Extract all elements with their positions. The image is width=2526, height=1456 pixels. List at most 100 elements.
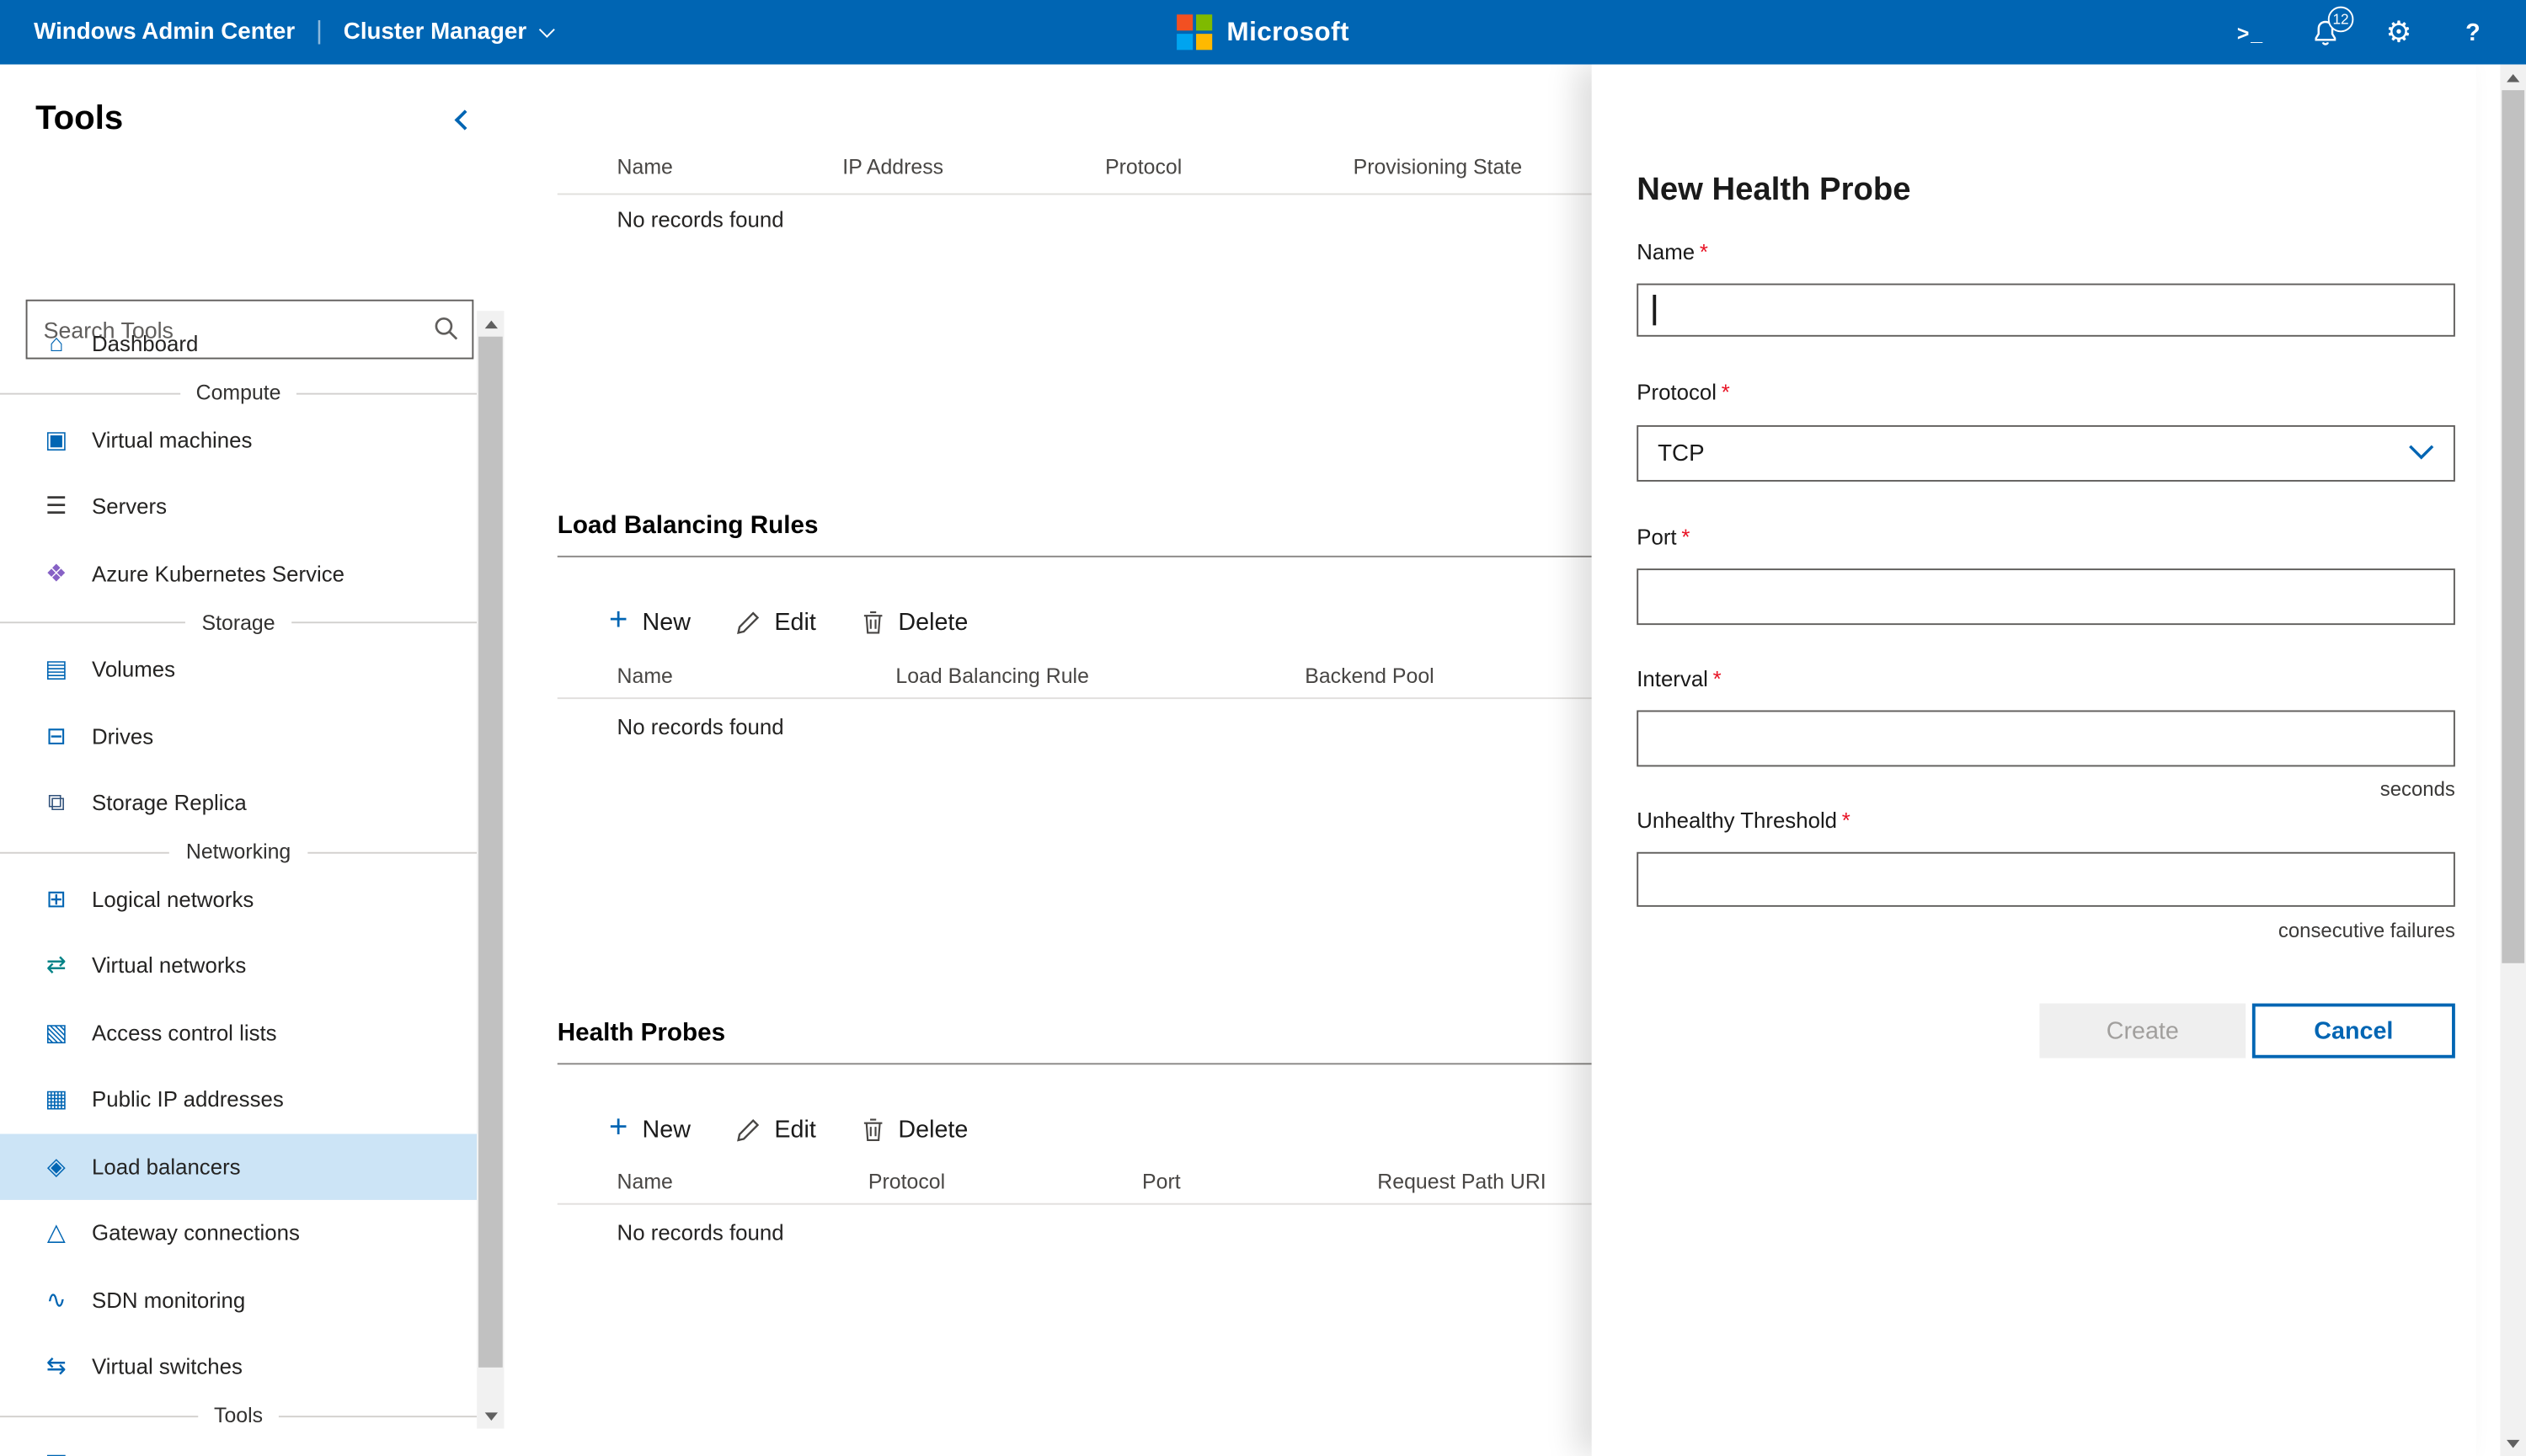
sidebar-item-logical-networks[interactable]: ⊞ Logical networks <box>0 866 477 932</box>
delete-button[interactable]: Delete <box>861 608 968 636</box>
column-header-request-path-uri[interactable]: Request Path URI <box>1377 1170 1546 1194</box>
powershell-icon[interactable]: >_ <box>2223 5 2278 60</box>
table-header-divider <box>558 194 1592 195</box>
protocol-select[interactable]: TCP <box>1637 425 2455 482</box>
sidebar-item-dashboard[interactable]: ⌂ Dashboard <box>0 311 477 377</box>
notifications-bell-icon[interactable]: 12 <box>2297 5 2352 60</box>
sidebar-section-tools: Tools <box>0 1400 477 1429</box>
sidebar-item-label: Access control lists <box>92 1021 277 1045</box>
logical-networks-icon: ⊞ <box>42 887 71 911</box>
section-divider <box>558 1063 1592 1064</box>
edit-button[interactable]: Edit <box>736 1116 816 1144</box>
sidebar-item-label: Gateway connections <box>92 1221 300 1245</box>
scroll-down-icon[interactable] <box>484 1412 497 1421</box>
table-header-divider <box>558 1203 1592 1205</box>
empty-table-message: No records found <box>617 208 784 232</box>
page-scrollbar[interactable] <box>2500 65 2526 1456</box>
tools-sidebar: Tools ⌂ Dashboard Compute ▣ Virtual <box>0 65 505 1456</box>
sidebar-item-access-control-lists[interactable]: ▧ Access control lists <box>0 1000 477 1066</box>
column-header-name[interactable]: Name <box>617 155 673 179</box>
sidebar-item-load-balancers[interactable]: ◈ Load balancers <box>0 1133 477 1200</box>
column-header-provisioning-state[interactable]: Provisioning State <box>1354 155 1522 179</box>
sidebar-item-virtual-machines[interactable]: ▣ Virtual machines <box>0 407 477 473</box>
sidebar-item-label: Servers <box>92 495 167 520</box>
column-header-backend-pool[interactable]: Backend Pool <box>1305 664 1434 688</box>
sidebar-item-storage-replica[interactable]: ⧉ Storage Replica <box>0 770 477 836</box>
column-header-protocol[interactable]: Protocol <box>868 1170 945 1194</box>
drives-icon: ⊟ <box>42 724 71 749</box>
unhealthy-threshold-input[interactable] <box>1637 852 2455 907</box>
cancel-button[interactable]: Cancel <box>2252 1004 2455 1059</box>
unhealthy-threshold-field-label: Unhealthy Threshold* <box>1637 808 1850 833</box>
home-icon: ⌂ <box>42 332 71 356</box>
sidebar-nav: ⌂ Dashboard Compute ▣ Virtual machines ☰… <box>0 311 477 1456</box>
sidebar-section-compute: Compute <box>0 378 477 407</box>
column-header-load-balancing-rule[interactable]: Load Balancing Rule <box>895 664 1088 688</box>
empty-table-message: No records found <box>617 1221 784 1245</box>
health-probes-table-header: Name Protocol Port Request Path URI <box>558 1170 1592 1196</box>
page-scrollbar-thumb[interactable] <box>2502 90 2524 963</box>
sidebar-item-gateway-connections[interactable]: △ Gateway connections <box>0 1200 477 1267</box>
text-caret <box>1653 295 1655 325</box>
column-header-port[interactable]: Port <box>1142 1170 1181 1194</box>
collapse-sidebar-icon[interactable] <box>455 109 475 129</box>
new-button[interactable]: + New <box>609 1115 691 1144</box>
health-probes-heading: Health Probes <box>558 1020 725 1048</box>
sidebar-item-virtual-networks[interactable]: ⇄ Virtual networks <box>0 932 477 999</box>
new-button[interactable]: + New <box>609 607 691 636</box>
sidebar-item-label: Storage Replica <box>92 792 247 816</box>
edit-button[interactable]: Edit <box>736 608 816 636</box>
settings-gear-icon[interactable]: ⚙ <box>2371 5 2426 60</box>
required-asterisk: * <box>1681 525 1690 550</box>
required-asterisk: * <box>1842 808 1850 833</box>
create-button[interactable]: Create <box>2039 1004 2246 1059</box>
pencil-icon <box>736 1117 761 1141</box>
sidebar-item-label: Volumes <box>92 658 175 682</box>
scroll-up-icon[interactable] <box>484 321 497 329</box>
load-balancing-rules-toolbar: + New Edit Delete <box>609 600 968 645</box>
main-content: Name IP Address Protocol Provisioning St… <box>505 65 1592 1456</box>
microsoft-logo-icon <box>1177 14 1212 50</box>
scroll-down-area[interactable] <box>2500 1430 2526 1456</box>
empty-table-message: No records found <box>617 715 784 739</box>
cluster-manager-menu[interactable]: Cluster Manager <box>344 19 553 45</box>
sidebar-item-volumes[interactable]: ▤ Volumes <box>0 636 477 702</box>
sidebar-item-drives[interactable]: ⊟ Drives <box>0 703 477 770</box>
column-header-name[interactable]: Name <box>617 1170 673 1194</box>
help-icon[interactable]: ? <box>2445 5 2500 60</box>
port-input[interactable] <box>1637 568 2455 625</box>
interval-field-label: Interval* <box>1637 667 1722 691</box>
storage-replica-icon: ⧉ <box>42 792 71 816</box>
sidebar-item-label: Logical networks <box>92 887 254 911</box>
sidebar-item-virtual-switches[interactable]: ⇆ Virtual switches <box>0 1334 477 1400</box>
kubernetes-icon: ❖ <box>42 562 71 586</box>
required-asterisk: * <box>1700 240 1708 264</box>
sidebar-scrollbar[interactable] <box>477 311 505 1428</box>
interval-input[interactable] <box>1637 710 2455 766</box>
name-input[interactable] <box>1637 284 2455 337</box>
column-header-name[interactable]: Name <box>617 664 673 688</box>
sidebar-item-label: Virtual machines <box>92 428 252 452</box>
sidebar-item-label: Drives <box>92 724 153 749</box>
sidebar-item-azure-kubernetes-service[interactable]: ❖ Azure Kubernetes Service <box>0 541 477 607</box>
brand-area: Microsoft <box>1177 14 1349 50</box>
brand-name: Microsoft <box>1226 17 1348 47</box>
sidebar-item-public-ip-addresses[interactable]: ▦ Public IP addresses <box>0 1066 477 1133</box>
virtual-networks-icon: ⇄ <box>42 954 71 979</box>
name-field-wrap <box>1637 284 2455 337</box>
scroll-down-area[interactable] <box>477 1403 505 1429</box>
scroll-down-icon[interactable] <box>2507 1440 2519 1448</box>
volumes-icon: ▤ <box>42 658 71 682</box>
scroll-up-icon[interactable] <box>2507 74 2519 83</box>
sidebar-item-label: Load balancers <box>92 1155 241 1179</box>
column-header-ip-address[interactable]: IP Address <box>842 155 943 179</box>
tool-icon: ▥ <box>42 1451 71 1456</box>
column-header-protocol[interactable]: Protocol <box>1105 155 1182 179</box>
port-field-label: Port* <box>1637 525 1690 550</box>
sidebar-item-servers[interactable]: ☰ Servers <box>0 473 477 540</box>
sidebar-scrollbar-thumb[interactable] <box>478 337 503 1368</box>
delete-button[interactable]: Delete <box>861 1116 968 1144</box>
sidebar-item-sdn-monitoring[interactable]: ∿ SDN monitoring <box>0 1267 477 1333</box>
unhealthy-threshold-field-wrap <box>1637 852 2455 907</box>
sidebar-item-partial[interactable]: ▥ <box>0 1429 477 1456</box>
